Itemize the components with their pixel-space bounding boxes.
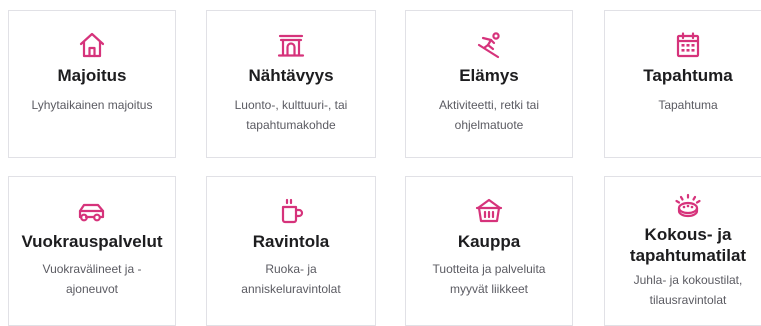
- car-icon: [9, 196, 175, 226]
- category-card-vuokrauspalvelut[interactable]: Vuokrauspalvelut Vuokravälineet ja -ajon…: [8, 176, 176, 326]
- category-card-ravintola[interactable]: Ravintola Ruoka- ja anniskeluravintolat: [206, 176, 376, 326]
- skier-icon: [406, 30, 572, 60]
- calendar-icon: [605, 30, 761, 60]
- coffee-mug-icon: [207, 196, 375, 226]
- monument-gate-icon: [207, 30, 375, 60]
- category-card-majoitus[interactable]: Majoitus Lyhytaikainen majoitus: [8, 10, 176, 158]
- category-description: Luonto-, kulttuuri-, tai tapahtumakohde: [234, 98, 348, 132]
- category-title: Kokous- ja tapahtumatilat: [629, 225, 747, 265]
- category-description: Tuotteita ja palveluita myyvät liikkeet: [432, 262, 546, 296]
- category-description: Tapahtuma: [658, 98, 718, 112]
- category-title: Nähtävyys: [248, 66, 334, 85]
- category-card-nahtavyys[interactable]: Nähtävyys Luonto-, kulttuuri-, tai tapah…: [206, 10, 376, 158]
- shopping-basket-icon: [406, 196, 572, 226]
- category-card-kauppa[interactable]: Kauppa Tuotteita ja palveluita myyvät li…: [405, 176, 573, 326]
- category-title: Majoitus: [57, 66, 127, 85]
- category-description: Juhla- ja kokoustilat, tilausravintolat: [633, 273, 743, 307]
- category-title: Vuokrauspalvelut: [21, 232, 163, 251]
- category-description: Ruoka- ja anniskeluravintolat: [241, 262, 341, 296]
- house-icon: [9, 30, 175, 60]
- category-title: Ravintola: [252, 232, 330, 251]
- category-grid: Majoitus Lyhytaikainen majoitus Nähtävyy…: [0, 0, 761, 326]
- conference-table-icon: [605, 191, 761, 221]
- category-description: Lyhytaikainen majoitus: [31, 98, 153, 112]
- category-card-tapahtuma[interactable]: Tapahtuma Tapahtuma: [604, 10, 761, 158]
- category-description: Aktiviteetti, retki tai ohjelmatuote: [438, 98, 540, 132]
- category-title: Tapahtuma: [643, 66, 733, 85]
- category-card-elamys[interactable]: Elämys Aktiviteetti, retki tai ohjelmatu…: [405, 10, 573, 158]
- category-title: Elämys: [459, 66, 519, 85]
- category-title: Kauppa: [457, 232, 521, 251]
- category-description: Vuokravälineet ja -ajoneuvot: [42, 262, 142, 296]
- category-card-kokous-ja-tapahtumatilat[interactable]: Kokous- ja tapahtumatilat Juhla- ja koko…: [604, 176, 761, 326]
